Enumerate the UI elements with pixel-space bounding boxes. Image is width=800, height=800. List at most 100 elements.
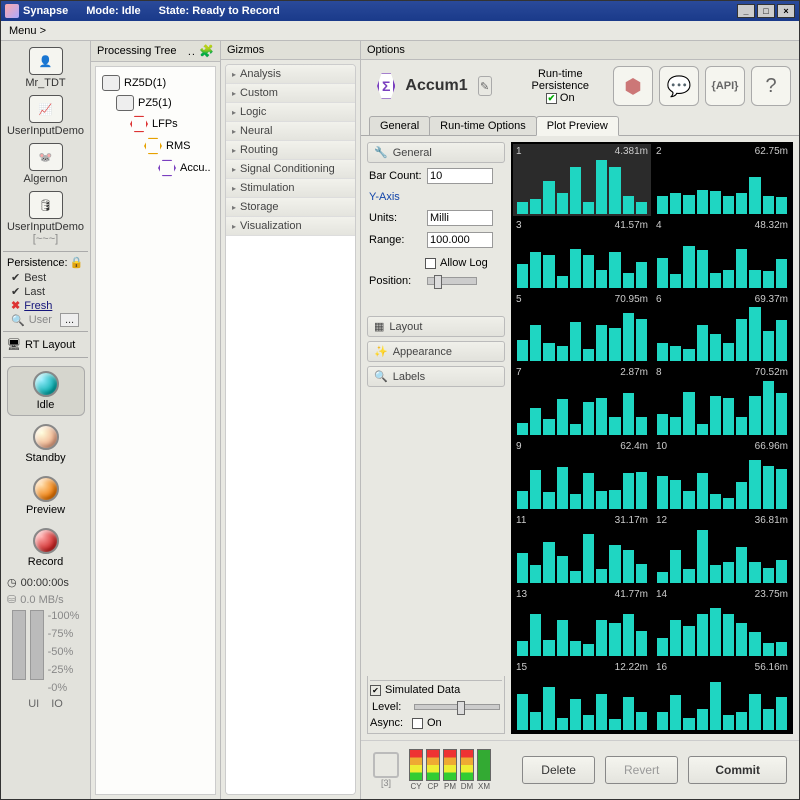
runtime-persistence: Run-time Persistence ✔On	[532, 68, 589, 104]
chat-button[interactable]: 💬	[659, 66, 699, 106]
rail-item-subject[interactable]: 🐭 Algernon	[6, 141, 86, 187]
bar-count-input[interactable]	[427, 168, 493, 184]
gizmo-category[interactable]: ▸Custom	[226, 84, 355, 103]
plot-cell[interactable]: 72.87m	[513, 365, 651, 437]
plot-cell[interactable]: 570.95m	[513, 292, 651, 364]
gizmo-category[interactable]: ▸Signal Conditioning	[226, 160, 355, 179]
range-input[interactable]	[427, 232, 493, 248]
options-title: Options	[367, 44, 405, 56]
gizmos-panel: Gizmos ▸Analysis▸Custom▸Logic▸Neural▸Rou…	[221, 41, 361, 799]
plot-number: 1	[516, 146, 522, 157]
section-layout[interactable]: ▦Layout	[367, 316, 505, 337]
allow-log-checkbox[interactable]	[425, 258, 436, 269]
commit-button[interactable]: Commit	[688, 756, 787, 784]
gizmo-category[interactable]: ▸Stimulation	[226, 179, 355, 198]
plot-value: 31.17m	[615, 515, 648, 526]
plot-value: 41.77m	[615, 589, 648, 600]
runtime-persist-checkbox[interactable]: ✔	[546, 93, 557, 104]
plot-cell[interactable]: 1512.22m	[513, 660, 651, 732]
plot-cell[interactable]: 1341.77m	[513, 587, 651, 659]
level-slider[interactable]	[414, 704, 500, 710]
plot-cell[interactable]: 1656.16m	[653, 660, 791, 732]
gizmo-category[interactable]: ▸Logic	[226, 103, 355, 122]
gizmo-category[interactable]: ▸Neural	[226, 122, 355, 141]
plot-cell[interactable]: 870.52m	[653, 365, 791, 437]
plot-cell[interactable]: 1236.81m	[653, 513, 791, 585]
simulated-data-label: Simulated Data	[385, 684, 460, 696]
help-button[interactable]: ?	[751, 66, 791, 106]
units-input[interactable]	[427, 210, 493, 226]
tree-options-button[interactable]: ..	[188, 46, 196, 58]
plot-cell[interactable]: 1423.75m	[653, 587, 791, 659]
plot-cell[interactable]: 448.32m	[653, 218, 791, 290]
disk-rate-display: ⛁ 0.0 MB/s	[3, 593, 88, 606]
mode-standby-button[interactable]: Standby	[7, 420, 85, 468]
simulated-data-checkbox[interactable]: ✔	[370, 685, 381, 696]
revert-button[interactable]: Revert	[605, 756, 678, 784]
position-slider[interactable]	[427, 277, 477, 285]
range-label: Range:	[369, 234, 423, 246]
plot-cell[interactable]: 1 4.381m	[513, 144, 651, 216]
persistence-header: Persistence: 🔒	[3, 256, 88, 269]
plot-cell[interactable]: 962.4m	[513, 439, 651, 511]
plot-cell[interactable]: 341.57m	[513, 218, 651, 290]
rename-button[interactable]: ✎	[478, 76, 492, 96]
tree-node[interactable]: Accu..	[158, 159, 213, 177]
tree-node[interactable]: RZ5D(1)	[102, 75, 213, 91]
tree-node[interactable]: PZ5(1)	[116, 95, 213, 111]
level-label: Level:	[372, 701, 410, 713]
plot-bars	[657, 154, 787, 214]
hardware-button[interactable]: ⬢	[613, 66, 653, 106]
tab-runtime[interactable]: Run-time Options	[429, 116, 537, 135]
delete-button[interactable]: Delete	[522, 756, 595, 784]
section-labels[interactable]: 🔍Labels	[367, 366, 505, 387]
plot-bars	[517, 449, 647, 509]
titlebar: Synapse Mode: Idle State: Ready to Recor…	[1, 1, 799, 21]
rail-item-experiment[interactable]: 📈 UserInputDemo	[6, 93, 86, 139]
plot-cell[interactable]: 262.75m	[653, 144, 791, 216]
async-checkbox[interactable]	[412, 718, 423, 729]
persist-browse-button[interactable]: ...	[60, 313, 79, 327]
gizmo-category[interactable]: ▸Visualization	[226, 217, 355, 236]
tab-plot-preview[interactable]: Plot Preview	[536, 116, 619, 136]
plot-value: 41.57m	[615, 220, 648, 231]
persist-best[interactable]: ✔Best	[11, 271, 46, 284]
plot-config-column: 🔧General Bar Count: Y-Axis Units: Range:…	[367, 142, 505, 734]
api-button[interactable]: {API}	[705, 66, 745, 106]
minimize-button[interactable]: _	[737, 4, 755, 18]
menu-dropdown[interactable]: Menu >	[9, 25, 46, 37]
mode-record-button[interactable]: Record	[7, 524, 85, 572]
chart-icon: 📈	[29, 95, 63, 123]
io-meters: -100%-75%-50%-25%-0%	[3, 610, 88, 694]
plot-cell[interactable]: 1066.96m	[653, 439, 791, 511]
rail-item-tank[interactable]: 🛢 UserInputDemo [~~~]	[6, 189, 86, 247]
tree-body[interactable]: RZ5D(1) PZ5(1) LFPs RMS Accu..	[95, 66, 216, 795]
mode-idle-button[interactable]: Idle	[7, 366, 85, 416]
persist-user[interactable]: 🔍User...	[11, 313, 79, 327]
tree-node[interactable]: LFPs	[130, 115, 213, 133]
plot-value: 69.37m	[755, 294, 788, 305]
puzzle-icon[interactable]: 🧩	[199, 44, 214, 58]
plot-value: 4.381m	[615, 146, 648, 157]
gizmo-category[interactable]: ▸Storage	[226, 198, 355, 217]
gizmo-category[interactable]: ▸Routing	[226, 141, 355, 160]
gizmo-category[interactable]: ▸Analysis	[226, 65, 355, 84]
tab-general[interactable]: General	[369, 116, 430, 135]
io-meter	[30, 610, 44, 680]
plot-preview-grid[interactable]: 1 4.381m 262.75m341.57m448.32m570.95m669.3…	[511, 142, 793, 734]
plot-cell[interactable]: 669.37m	[653, 292, 791, 364]
plot-cell[interactable]: 1131.17m	[513, 513, 651, 585]
tree-node[interactable]: RMS	[144, 137, 213, 155]
section-appearance[interactable]: ✨Appearance	[367, 341, 505, 362]
rail-item-user[interactable]: 👤 Mr_TDT	[6, 45, 86, 91]
plot-bars	[517, 375, 647, 435]
section-general[interactable]: 🔧General	[367, 142, 505, 163]
persist-last[interactable]: ✔Last	[11, 285, 45, 298]
close-button[interactable]: ×	[777, 4, 795, 18]
persist-fresh[interactable]: ✖Fresh	[11, 299, 52, 312]
plot-number: 4	[656, 220, 662, 231]
plot-bars	[657, 523, 787, 583]
rt-layout-button[interactable]: 🖥 RT Layout	[3, 336, 88, 353]
mode-preview-button[interactable]: Preview	[7, 472, 85, 520]
maximize-button[interactable]: □	[757, 4, 775, 18]
